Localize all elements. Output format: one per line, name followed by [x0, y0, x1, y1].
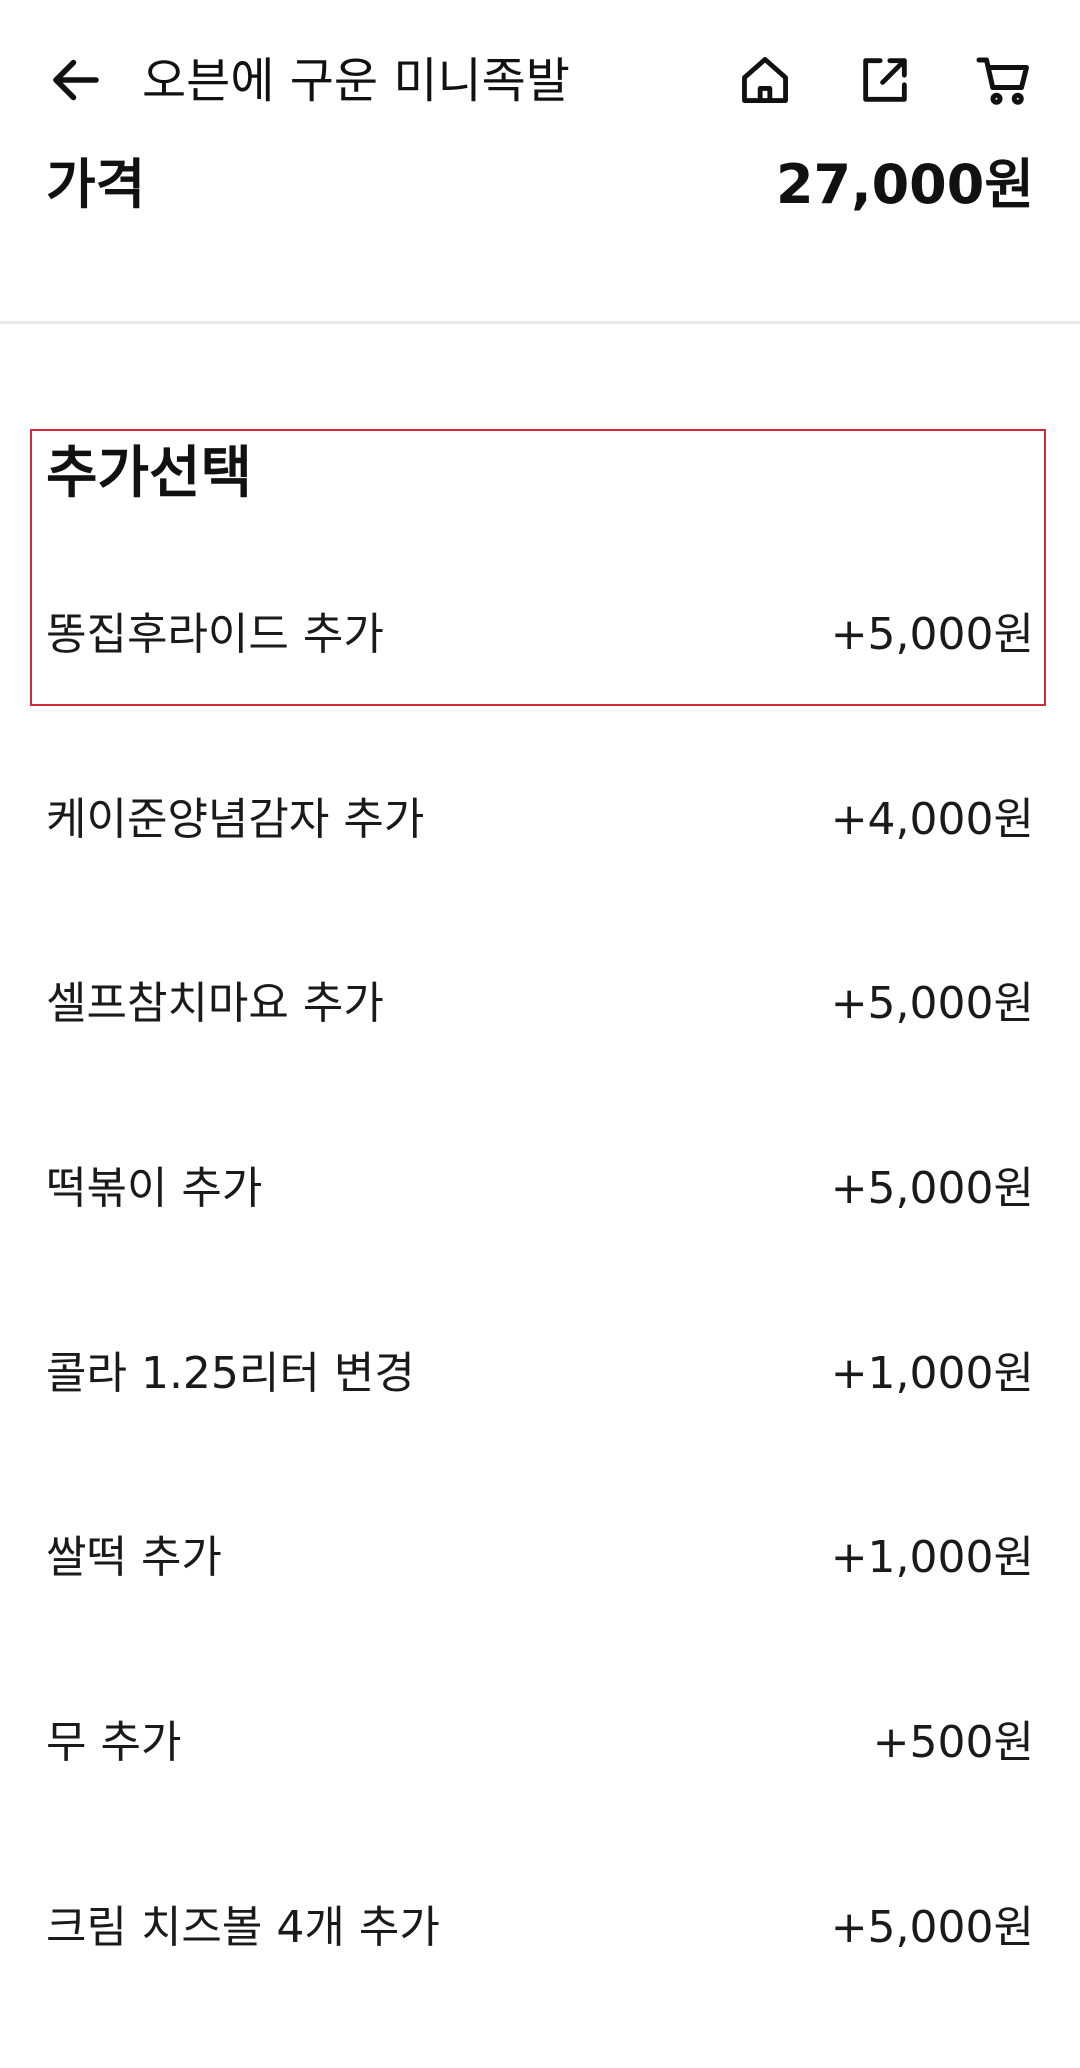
share-button[interactable] [849, 44, 921, 116]
options-list: 똥집후라이드 추가 +5,000원 케이준양념감자 추가 +4,000원 셀프참… [0, 590, 1080, 2068]
option-item[interactable]: 콜라 1.25리터 변경 +1,000원 [0, 1329, 1080, 1514]
option-item[interactable]: 셀프참치마요 추가 +5,000원 [0, 959, 1080, 1144]
options-section-title: 추가선택 [46, 441, 253, 506]
section-divider [0, 321, 1080, 324]
cart-button[interactable] [968, 44, 1040, 116]
option-name: 떡볶이 추가 [46, 1163, 263, 1215]
option-price: +5,000원 [830, 1163, 1034, 1215]
option-name: 크림 치즈볼 4개 추가 [46, 1901, 440, 1953]
option-name: 케이준양념감자 추가 [46, 793, 425, 845]
option-item[interactable]: 똥집후라이드 추가 +5,000원 [0, 590, 1080, 775]
option-name: 쌀떡 추가 [46, 1532, 222, 1584]
share-icon [863, 58, 907, 102]
option-price: +500원 [872, 1717, 1034, 1769]
home-icon [742, 57, 788, 103]
top-app-bar: 오븐에 구운 미니족발 [0, 0, 1080, 160]
price-row: 가격 27,000원 [0, 140, 1080, 230]
option-name: 무 추가 [46, 1717, 182, 1769]
option-item[interactable]: 쌀떡 추가 +1,000원 [0, 1513, 1080, 1698]
option-name: 콜라 1.25리터 변경 [46, 1347, 415, 1399]
option-item[interactable]: 떡볶이 추가 +5,000원 [0, 1144, 1080, 1329]
option-name: 똥집후라이드 추가 [46, 609, 384, 660]
option-item[interactable]: 크림 치즈볼 4개 추가 +5,000원 [0, 1883, 1080, 2068]
page-title: 오븐에 구운 미니족발 [142, 53, 570, 109]
option-price: +4,000원 [830, 793, 1034, 845]
option-price: +1,000원 [830, 1532, 1034, 1584]
option-item[interactable]: 케이준양념감자 추가 +4,000원 [0, 775, 1080, 960]
price-value: 27,000원 [775, 153, 1034, 216]
option-price: +5,000원 [830, 1901, 1034, 1953]
price-label: 가격 [46, 153, 146, 216]
option-name: 셀프참치마요 추가 [46, 978, 384, 1030]
back-button[interactable] [40, 44, 112, 116]
back-arrow-icon [53, 59, 99, 101]
option-price: +5,000원 [830, 609, 1034, 660]
cart-icon [976, 57, 1029, 105]
option-item[interactable]: 무 추가 +500원 [0, 1698, 1080, 1883]
home-button[interactable] [729, 44, 801, 116]
option-price: +5,000원 [830, 978, 1034, 1030]
option-price: +1,000원 [830, 1347, 1034, 1399]
